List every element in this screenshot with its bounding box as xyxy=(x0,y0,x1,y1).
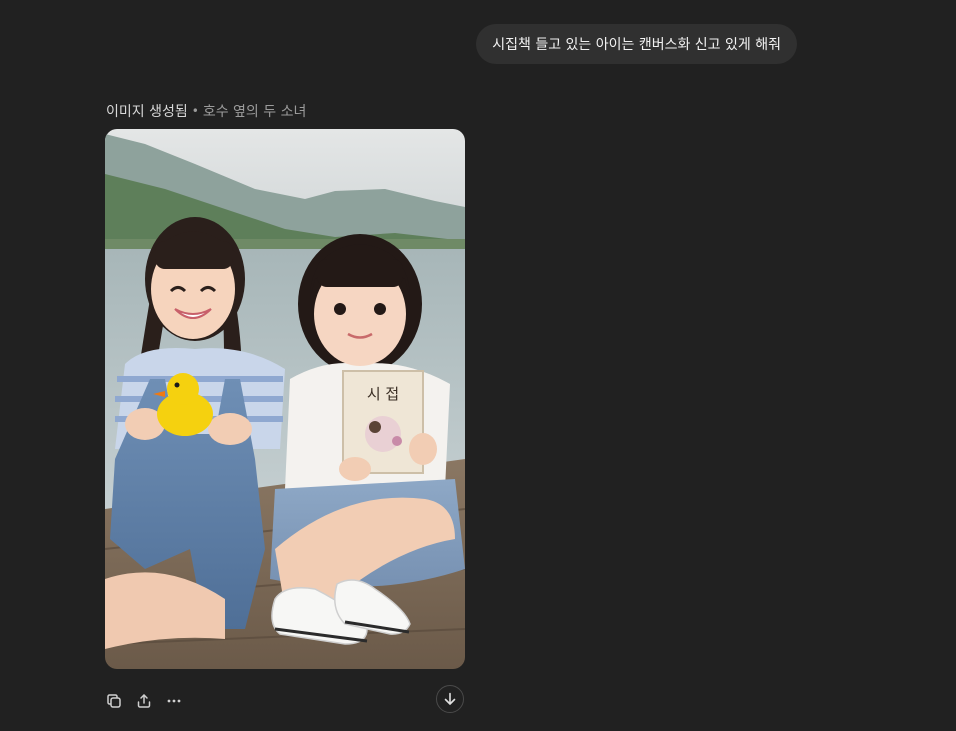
book-cover-text: 시 접 xyxy=(367,385,399,403)
image-title: 호수 옆의 두 소녀 xyxy=(202,104,307,120)
chat-page: 시집책 들고 있는 아이는 캔버스화 신고 있게 해줘 이미지 생성됨 • 호수… xyxy=(0,0,956,731)
arrow-down-icon xyxy=(444,692,456,705)
image-generation-header: 이미지 생성됨 • 호수 옆의 두 소녀 xyxy=(106,101,306,121)
generation-status: 이미지 생성됨 xyxy=(106,104,188,120)
download-button[interactable] xyxy=(436,685,464,713)
image-actions xyxy=(103,689,185,713)
copy-icon[interactable] xyxy=(103,689,125,713)
generated-photo-illustration: 시 접 xyxy=(105,129,465,669)
user-message-text: 시집책 들고 있는 아이는 캔버스화 신고 있게 해줘 xyxy=(492,37,781,53)
header-separator: • xyxy=(191,104,199,118)
share-icon[interactable] xyxy=(133,689,155,713)
more-icon[interactable] xyxy=(163,689,185,713)
user-message-bubble: 시집책 들고 있는 아이는 캔버스화 신고 있게 해줘 xyxy=(476,24,797,64)
generated-image[interactable]: 시 접 xyxy=(105,129,465,669)
